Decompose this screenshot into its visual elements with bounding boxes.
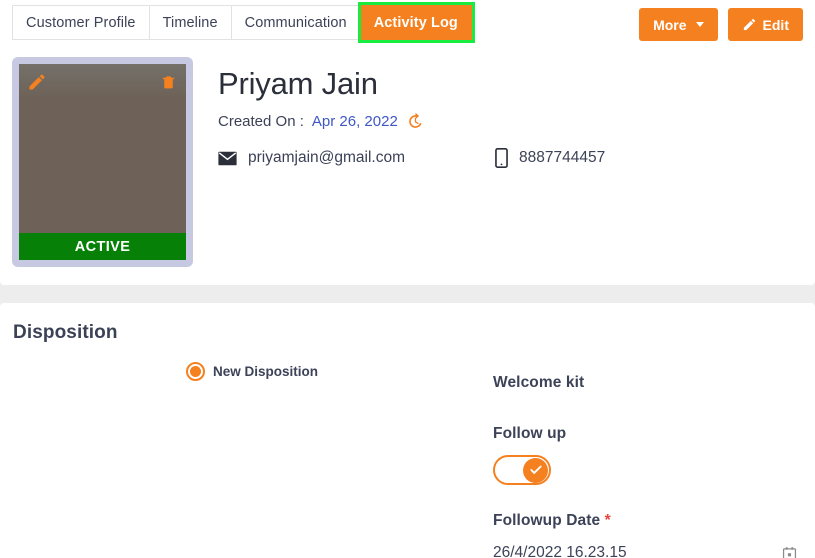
history-icon[interactable] (406, 112, 425, 131)
tab-timeline[interactable]: Timeline (149, 5, 232, 40)
followup-date-label-text: Followup Date (493, 512, 601, 529)
created-on-label: Created On : (218, 112, 304, 130)
followup-date-field[interactable]: 26/4/2022 16.23.15 (493, 544, 797, 558)
profile-details: Priyam Jain Created On : Apr 26, 2022 (218, 66, 425, 131)
created-on-value: Apr 26, 2022 (311, 112, 398, 130)
edit-button[interactable]: Edit (727, 8, 803, 41)
header-actions: More Edit (639, 8, 803, 41)
more-button[interactable]: More (639, 8, 718, 41)
tab-label: Timeline (162, 14, 218, 31)
check-icon (529, 465, 542, 474)
required-marker: * (604, 512, 611, 529)
envelope-icon (218, 151, 237, 165)
chevron-down-icon (695, 22, 704, 27)
tab-customer-profile[interactable]: Customer Profile (12, 5, 150, 40)
tab-communication[interactable]: Communication (231, 5, 361, 40)
disposition-form: Welcome kit Follow up Followup Date * 26… (493, 374, 803, 558)
new-disposition-label: New Disposition (213, 364, 319, 379)
welcome-kit-label: Welcome kit (493, 374, 585, 391)
followup-date-label: Followup Date * (493, 512, 803, 530)
more-button-label: More (653, 16, 687, 33)
status-badge: ACTIVE (19, 233, 186, 260)
avatar: ACTIVE (19, 64, 186, 260)
edit-button-label: Edit (762, 16, 789, 33)
contact-row: priyamjain@gmail.com 8887744457 (218, 148, 778, 168)
activity-log-page: Customer Profile Timeline Communication … (0, 0, 815, 558)
trash-icon[interactable] (160, 72, 177, 92)
page-title: Priyam Jain (218, 66, 378, 101)
calendar-icon[interactable] (782, 546, 797, 558)
tab-bar: Customer Profile Timeline Communication … (12, 5, 472, 40)
follow-up-toggle[interactable] (493, 455, 551, 485)
tab-activity-log[interactable]: Activity Log (360, 5, 472, 40)
email-item: priyamjain@gmail.com (218, 149, 405, 167)
follow-up-label: Follow up (493, 425, 567, 442)
phone-value: 8887744457 (519, 149, 606, 166)
created-on-row: Created On : Apr 26, 2022 (218, 112, 425, 131)
pencil-icon[interactable] (27, 72, 47, 92)
tab-label: Communication (244, 14, 347, 31)
profile-photo-card: ACTIVE (12, 57, 193, 267)
email-value: priyamjain@gmail.com (248, 149, 405, 166)
toggle-knob (523, 457, 548, 483)
profile-panel: Customer Profile Timeline Communication … (0, 0, 815, 285)
new-disposition-radio[interactable]: New Disposition (186, 362, 318, 381)
mobile-phone-icon (495, 148, 508, 168)
radio-icon (186, 362, 205, 381)
disposition-title: Disposition (13, 322, 118, 343)
followup-date-value: 26/4/2022 16.23.15 (493, 544, 627, 558)
tab-label: Activity Log (373, 14, 458, 31)
pencil-icon (743, 18, 755, 31)
phone-item: 8887744457 (495, 148, 605, 168)
tab-label: Customer Profile (26, 14, 136, 31)
